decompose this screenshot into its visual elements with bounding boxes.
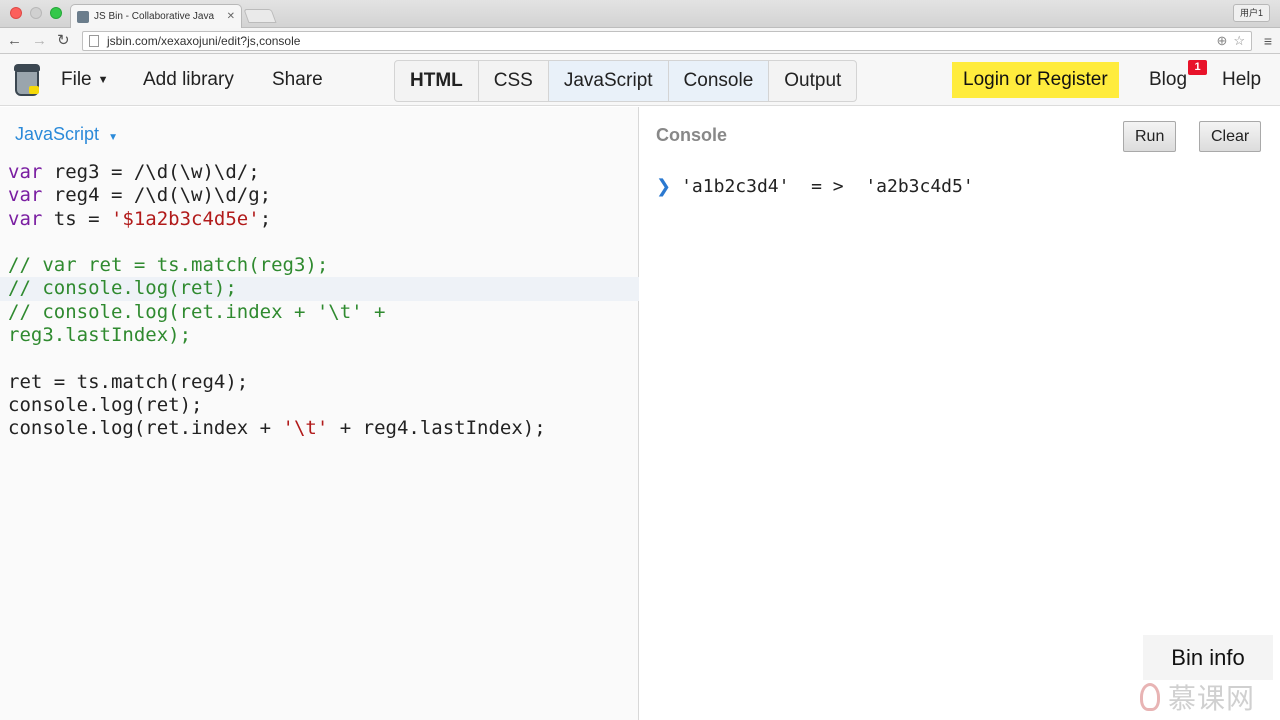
language-select[interactable]: JavaScript ▼ [15,124,118,145]
code-token: ts = [42,207,111,230]
watermark-text: 慕课网 [1168,683,1256,714]
browser-tab-bar: JS Bin - Collaborative Java ✕ 用户1 [0,0,1280,28]
add-library-button[interactable]: Add library [143,54,234,106]
window-maximize-button[interactable] [50,7,62,19]
code-line[interactable]: // console.log(ret.index + '\t' + [8,301,639,324]
help-link[interactable]: Help [1222,62,1261,98]
console-panel: Console Run Clear ❯ 'a1b2c3d4' = > 'a2b3… [640,107,1280,720]
javascript-editor-panel: JavaScript ▼ var reg3 = /\d(\w)\d/; var r… [0,107,639,720]
code-line[interactable]: var reg3 = /\d(\w)\d/; [8,161,639,184]
address-input[interactable]: jsbin.com/xexaxojuni/edit?js,console ⊕ ☆ [82,31,1252,51]
file-menu-button[interactable]: File ▼ [61,54,109,106]
code-token: console.log(ret); [8,393,203,416]
watermark: 慕课网 [1140,678,1255,716]
console-prompt-icon: ❯ [656,176,672,197]
code-line[interactable]: // console.log(ret); [0,277,639,301]
address-url: jsbin.com/xexaxojuni/edit?js,console [107,34,301,48]
code-line[interactable] [8,347,639,370]
code-token: '$1a2b3c4d5e' [110,207,260,230]
panel-toggle-group: HTML CSS JavaScript Console Output [394,60,858,102]
jsbin-favicon-icon [77,10,89,23]
reload-icon[interactable]: ↻ [57,32,70,50]
tab-close-icon[interactable]: ✕ [227,11,235,22]
flame-logo-icon [1140,683,1160,711]
window-close-button[interactable] [10,7,22,19]
window-minimize-button[interactable] [30,7,42,19]
clear-button[interactable]: Clear [1199,121,1262,152]
code-line[interactable]: console.log(ret.index + '\t' + reg4.last… [8,417,639,440]
code-token: // console.log(ret); [8,277,237,300]
code-token: ret = ts.match(reg4); [8,370,249,393]
code-token: var [8,184,43,207]
code-line[interactable] [8,231,639,254]
tab-javascript[interactable]: JavaScript [548,61,669,101]
code-editor[interactable]: var reg3 = /\d(\w)\d/; var reg4 = /\d(\w)… [0,161,639,441]
profile-badge[interactable]: 用户1 [1232,4,1270,22]
code-line[interactable]: // var ret = ts.match(reg3); [8,254,639,277]
bin-info-button[interactable]: Bin info [1143,635,1273,680]
console-output-text: 'a1b2c3d4' = > 'a2b3c4d5' [681,176,974,197]
console-output-line: ❯ 'a1b2c3d4' = > 'a2b3c4d5' [656,176,974,197]
code-token: '\t' [282,417,329,440]
code-token: reg3 = /\d(\w)\d/; [42,161,260,183]
page-icon [89,35,99,47]
file-menu-label: File [61,69,92,90]
code-token: var [8,161,43,183]
jsbin-logo-icon[interactable] [12,64,42,98]
browser-tab[interactable]: JS Bin - Collaborative Java ✕ [70,4,242,28]
tab-css[interactable]: CSS [479,61,549,101]
code-token: + reg4.lastIndex); [328,417,546,440]
browser-url-bar: ← → ↻ jsbin.com/xexaxojuni/edit?js,conso… [0,28,1280,54]
tab-console[interactable]: Console [668,61,770,101]
code-token: reg4 = /\d(\w)\d/g; [42,184,272,207]
new-tab-button[interactable] [243,9,277,23]
code-line[interactable]: var ts = '$1a2b3c4d5e'; [8,208,639,231]
chevron-down-icon: ▼ [97,74,109,86]
share-button[interactable]: Share [272,54,323,106]
code-token: console.log(ret.index + [8,417,283,440]
console-title: Console [656,125,728,145]
code-line[interactable]: reg3.lastIndex); [8,324,639,347]
login-register-button[interactable]: Login or Register [952,62,1119,98]
blog-notification-badge: 1 [1188,60,1207,75]
forward-arrow-icon[interactable]: → [32,32,47,50]
star-icon[interactable]: ☆ [1233,33,1245,49]
menu-icon[interactable]: ≡ [1264,33,1272,49]
tab-output[interactable]: Output [769,61,856,101]
tab-title: JS Bin - Collaborative Java [94,11,215,22]
code-line[interactable]: ret = ts.match(reg4); [8,371,639,394]
language-label: JavaScript [15,124,100,144]
chevron-down-icon: ▼ [108,132,118,143]
code-line[interactable]: console.log(ret); [8,394,639,417]
code-line[interactable]: var reg4 = /\d(\w)\d/g; [8,184,639,207]
code-token: // console.log(ret.index + '\t' + [8,300,386,323]
back-arrow-icon[interactable]: ← [7,32,22,50]
blog-link[interactable]: Blog [1149,62,1187,98]
code-token: // var ret = ts.match(reg3); [8,254,329,277]
code-token: reg3.lastIndex); [8,324,192,347]
code-token: var [8,207,43,230]
tab-html[interactable]: HTML [395,61,479,101]
code-token: ; [259,207,272,230]
zoom-icon[interactable]: ⊕ [1216,33,1227,49]
run-button[interactable]: Run [1123,121,1177,152]
